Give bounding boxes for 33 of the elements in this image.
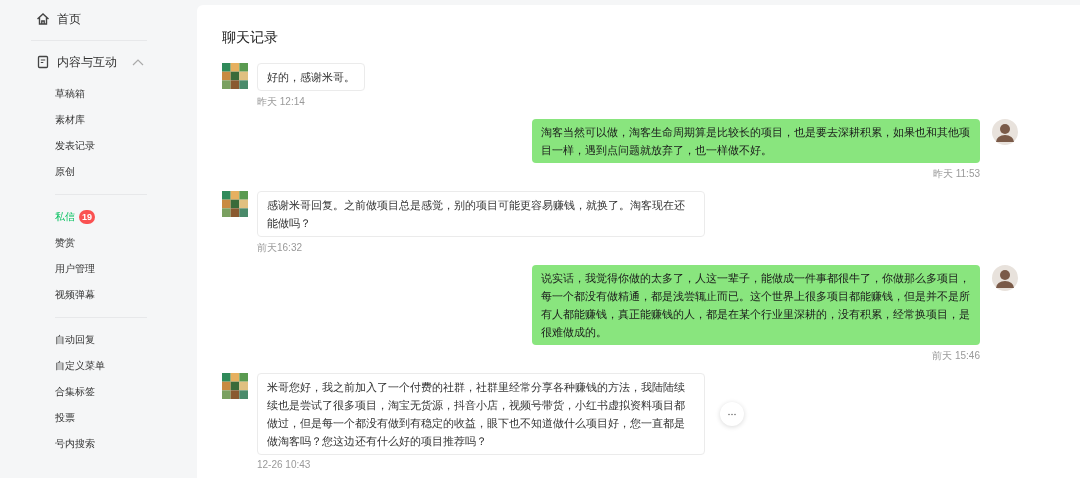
message-bubble: 说实话，我觉得你做的太多了，人这一辈子，能做成一件事都很牛了，你做那么多项目，每一个都没有做精通，都是浅尝辄止而已。这个世界上很多项目都能赚钱，但是并不是所有人都能赚钱，真正能赚钱的人，都是在某个行业里深耕的，没有积累，经常换项目，是很难做成的。 [532, 265, 980, 345]
nav-item[interactable]: 内容与互动 [36, 51, 146, 73]
nav-item[interactable]: 草稿箱 [55, 81, 85, 107]
nav-item[interactable]: 原创 [55, 159, 75, 185]
message-time: 前天16:32 [257, 241, 303, 255]
message-time: 昨天 11:53 [932, 167, 980, 181]
page-title: 聊天记录 [222, 29, 279, 47]
message-bubble: 感谢米哥回复。之前做项目总是感觉，别的项目可能更容易赚钱，就换了。淘客现在还能做吗？ [257, 191, 705, 237]
nav-item[interactable]: 自动回复 [55, 327, 95, 353]
home-icon [36, 12, 50, 26]
nav-item[interactable]: 投票 [55, 405, 75, 431]
message-bubble: 米哥您好，我之前加入了一个付费的社群，社群里经常分享各种赚钱的方法，我陆陆续续也是尝试了很多项目，淘宝无货源，抖音小店，视频号带货，小红书虚拟资料项目都做过，但是每一个都没有做到有稳定的收益，眼下也不知道做什么项目好，您一直都是做淘客吗？您这边还有什么好的项目推荐吗？ [257, 373, 705, 455]
message-bubble: 好的，感谢米哥。 [257, 63, 365, 91]
nav-item[interactable]: 视频弹幕 [55, 282, 95, 308]
nav-item[interactable]: 自定义菜单 [55, 353, 105, 379]
more-button[interactable] [720, 402, 744, 426]
nav-item[interactable]: 首页 [36, 8, 146, 30]
nav-item[interactable]: 号内搜索 [55, 431, 95, 457]
document-icon [36, 55, 50, 69]
message-time: 12-26 10:43 [257, 459, 311, 470]
count-badge: 19 [79, 210, 95, 224]
chevron-icon [132, 58, 144, 66]
nav-item[interactable]: 合集标签 [55, 379, 95, 405]
message-time: 前天 15:46 [932, 349, 980, 363]
avatar-icon [992, 265, 1018, 291]
nav-item[interactable]: 发表记录 [55, 133, 95, 159]
more-icon [727, 412, 737, 416]
nav-item[interactable]: 素材库 [55, 107, 85, 133]
nav-item[interactable]: 赞赏 [55, 230, 75, 256]
message-bubble: 淘客当然可以做，淘客生命周期算是比较长的项目，也是要去深耕积累，如果也和其他项目一样，遇到点问题就放弃了，也一样做不好。 [532, 119, 980, 163]
avatar-icon [992, 119, 1018, 145]
nav-item[interactable]: 用户管理 [55, 256, 95, 282]
message-time: 昨天 12:14 [257, 95, 305, 109]
